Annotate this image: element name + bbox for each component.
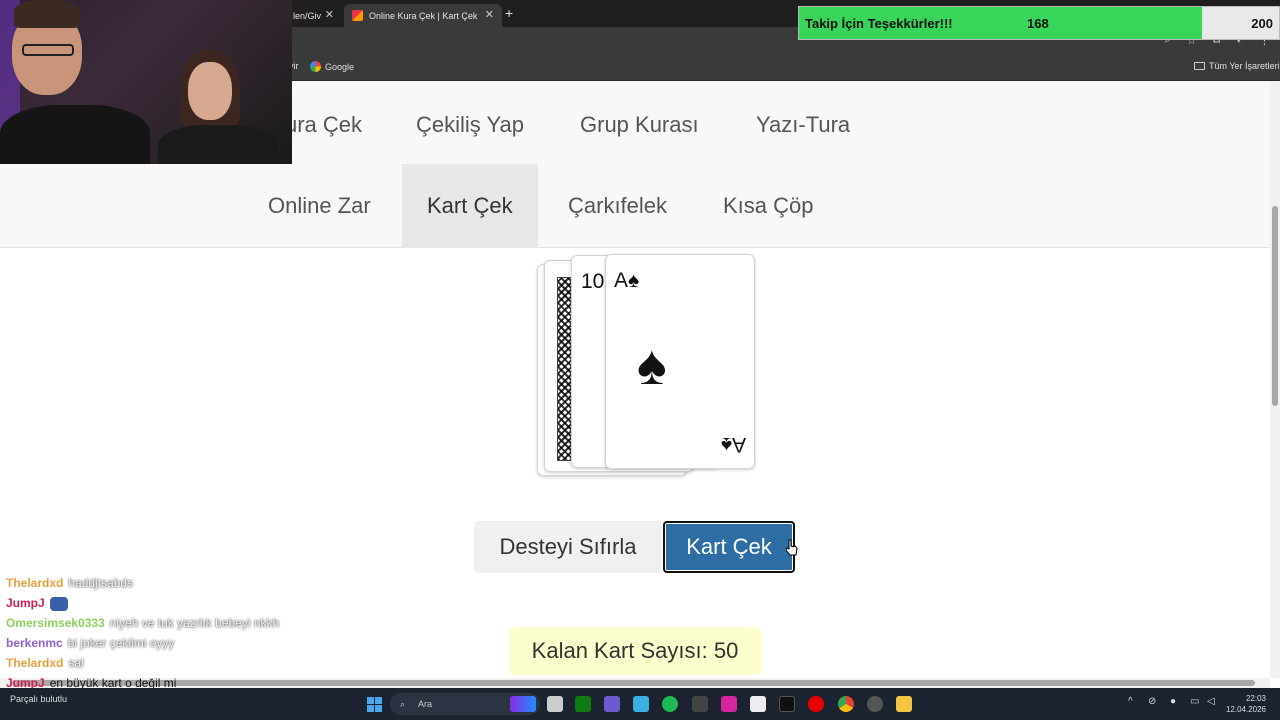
task-view-icon[interactable] bbox=[547, 696, 563, 712]
mouse-cursor-icon bbox=[786, 539, 798, 556]
close-tab-icon[interactable]: ✕ bbox=[485, 8, 494, 21]
streamer-2-head bbox=[188, 62, 232, 120]
copilot-icon[interactable] bbox=[633, 696, 649, 712]
chrome-icon[interactable] bbox=[838, 696, 854, 712]
webcam-overlay bbox=[0, 0, 292, 164]
tab-label: len/Giv bbox=[293, 10, 322, 21]
nav-link-yazi-tura[interactable]: Yazı-Tura bbox=[756, 112, 850, 138]
card-corner-bottom: A♠ bbox=[720, 433, 746, 456]
streamer-1-glasses bbox=[22, 44, 74, 56]
nav-link-kura-cek[interactable]: ura Çek bbox=[285, 112, 362, 138]
site-favicon-icon bbox=[352, 10, 363, 21]
instagram-icon[interactable] bbox=[721, 696, 737, 712]
drawn-card-top: A♠ ♠ A♠ bbox=[605, 254, 755, 469]
chat-message: JumpJ bbox=[6, 593, 346, 613]
reset-deck-button[interactable]: Desteyi Sıfırla bbox=[474, 521, 662, 573]
volume-icon[interactable]: ◁ bbox=[1207, 696, 1215, 707]
tiktok-icon[interactable] bbox=[779, 696, 795, 712]
scroll-thumb[interactable] bbox=[1272, 206, 1278, 406]
chat-text: haddjtsabds bbox=[68, 576, 134, 590]
tray-network-icon[interactable]: ⊘ bbox=[1148, 696, 1156, 707]
microphone-icon[interactable]: ● bbox=[1170, 696, 1176, 707]
folder-icon bbox=[1194, 62, 1205, 70]
spotify-icon[interactable] bbox=[662, 696, 678, 712]
tray-chevron-icon[interactable]: ^ bbox=[1128, 696, 1133, 707]
start-icon[interactable] bbox=[367, 697, 382, 712]
chat-username[interactable]: Thelardxd bbox=[6, 656, 63, 670]
card-rank: 10 bbox=[581, 270, 605, 293]
file-explorer-icon[interactable] bbox=[896, 696, 912, 712]
obs-icon[interactable] bbox=[867, 696, 883, 712]
follow-goal-current: 168 bbox=[1027, 16, 1049, 31]
follow-goal-target: 200 bbox=[1251, 16, 1273, 31]
capcut-icon[interactable] bbox=[750, 696, 766, 712]
store-icon[interactable] bbox=[692, 696, 708, 712]
tab-label: Online Kura Çek | Kart Çek bbox=[369, 10, 478, 21]
streamer-1-hair bbox=[14, 0, 80, 28]
browser-tab-inactive[interactable]: len/Giv ✕ bbox=[285, 4, 342, 27]
chat-message: berkenmc bi joker çekilmi oyyy bbox=[6, 633, 346, 653]
search-icon: ⌕ bbox=[400, 699, 406, 709]
nav-link-online-zar[interactable]: Online Zar bbox=[243, 164, 396, 248]
chat-text: bi joker çekilmi oyyy bbox=[67, 636, 175, 650]
streamer-2 bbox=[158, 125, 278, 164]
nav-link-kart-cek[interactable]: Kart Çek bbox=[402, 164, 538, 248]
chat-username[interactable]: Thelardxd bbox=[6, 576, 63, 590]
all-bookmarks[interactable]: Tüm Yer İşaretleri bbox=[1194, 61, 1280, 71]
close-tab-icon[interactable]: ✕ bbox=[325, 8, 334, 21]
chat-username[interactable]: berkenmc bbox=[6, 636, 63, 650]
nav-row-2: Online Zar Kart Çek Çarkıfelek Kısa Çöp bbox=[0, 164, 1270, 248]
weather-widget[interactable]: Parçalı bulutlu bbox=[10, 694, 67, 705]
draw-card-button[interactable]: Kart Çek bbox=[663, 521, 795, 573]
chat-text: niyeh ve tuk yazrlık bebeyi nkkh bbox=[109, 616, 280, 630]
nav-link-cekilis-yap[interactable]: Çekiliş Yap bbox=[416, 112, 524, 138]
bookmark-google[interactable]: Google bbox=[310, 61, 354, 72]
taskbar-clock[interactable]: 22:03 12.04.2026 bbox=[1226, 693, 1266, 715]
follow-goal-bar: Takip İçin Teşekkürler!!! 168 200 bbox=[798, 6, 1280, 40]
chat-emote-icon bbox=[49, 596, 68, 611]
chat-username[interactable]: JumpJ bbox=[6, 596, 45, 610]
remaining-cards-counter: Kalan Kart Sayısı: 50 bbox=[509, 627, 761, 675]
chat-message: Thelardxd haddjtsabds bbox=[6, 573, 346, 593]
browser-tab-active[interactable]: Online Kura Çek | Kart Çek ✕ bbox=[344, 4, 502, 27]
chat-message: Omersimsek0333 niyeh ve tuk yazrlık bebey… bbox=[6, 613, 346, 633]
follow-goal-label: Takip İçin Teşekkürler!!! bbox=[805, 16, 953, 31]
nav-link-carkifelek[interactable]: Çarkıfelek bbox=[543, 164, 692, 248]
nav-link-grup-kurasi[interactable]: Grup Kurası bbox=[580, 112, 699, 138]
streamer-1 bbox=[0, 105, 150, 164]
widget-icon[interactable] bbox=[510, 696, 536, 712]
spade-icon: ♠ bbox=[637, 333, 667, 396]
google-icon bbox=[310, 61, 321, 72]
nav-link-kisa-cop[interactable]: Kısa Çöp bbox=[698, 164, 839, 248]
chat-username[interactable]: Omersimsek0333 bbox=[6, 616, 105, 630]
card-corner-top: A♠ bbox=[614, 269, 640, 292]
chat-text: sal bbox=[68, 656, 84, 670]
opera-icon[interactable] bbox=[808, 696, 824, 712]
chat-message: Thelardxd sal bbox=[6, 653, 346, 673]
vertical-scrollbar[interactable] bbox=[1270, 81, 1280, 678]
display-icon[interactable]: ▭ bbox=[1190, 696, 1199, 707]
app-icon[interactable] bbox=[604, 696, 620, 712]
new-tab-button[interactable]: + bbox=[505, 5, 513, 21]
xbox-icon[interactable] bbox=[575, 696, 591, 712]
taskbar: Parçalı bulutlu ⌕ Ara ^ ⊘ ● ▭ ◁ 22:03 12… bbox=[0, 688, 1280, 720]
